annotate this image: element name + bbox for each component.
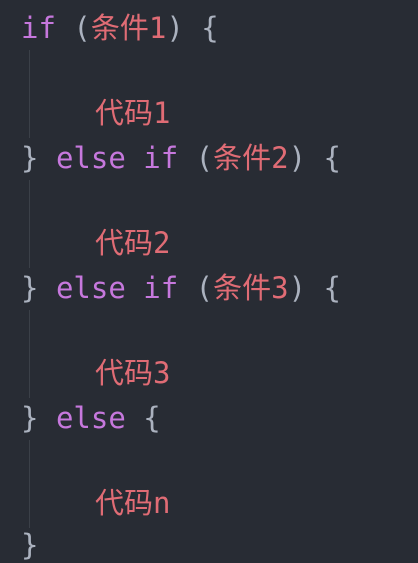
keyword-else: else [55, 401, 126, 435]
code-line-body-n[interactable]: 代码n [95, 483, 170, 523]
code-line-else[interactable]: } else { [21, 398, 161, 438]
condition-3: 条件3 [213, 271, 289, 305]
indent-guide [29, 180, 30, 268]
keyword-if: if [21, 11, 56, 45]
code-line-body-2[interactable]: 代码2 [95, 223, 170, 263]
code-line-else-if-2[interactable]: } else if (条件2) { [21, 138, 341, 178]
indent-guide [29, 440, 30, 528]
code-line-body-3[interactable]: 代码3 [95, 353, 170, 393]
code-line-end[interactable]: } [21, 525, 38, 563]
code-block-1: 代码1 [95, 96, 171, 130]
close-brace: } [21, 141, 39, 175]
condition-1: 条件1 [90, 11, 167, 45]
open-paren: ( [195, 141, 214, 175]
close-brace: } [21, 271, 39, 305]
keyword-if: if [143, 271, 179, 305]
open-brace: { [143, 401, 161, 435]
condition-2: 条件2 [213, 141, 289, 175]
keyword-else: else [55, 141, 126, 175]
code-line-else-if-3[interactable]: } else if (条件3) { [21, 268, 341, 308]
keyword-if: if [143, 141, 179, 175]
close-paren-brace: ) { [288, 141, 341, 175]
keyword-else: else [55, 271, 126, 305]
close-paren-brace: ) { [166, 11, 219, 45]
open-paren: ( [73, 11, 91, 45]
code-block-n: 代码n [95, 486, 171, 520]
indent-guide [29, 50, 30, 138]
code-line-if[interactable]: if (条件1) { [21, 8, 219, 48]
code-block-2: 代码2 [95, 226, 171, 260]
close-brace: } [21, 401, 39, 435]
code-block-3: 代码3 [95, 356, 171, 390]
close-paren-brace: ) { [288, 271, 341, 305]
code-line-body-1[interactable]: 代码1 [95, 93, 170, 133]
open-paren: ( [195, 271, 214, 305]
close-brace: } [21, 528, 39, 562]
indent-guide [29, 310, 30, 398]
code-editor: if (条件1) { 代码1 } else if (条件2) { 代码2 } e… [0, 0, 418, 563]
